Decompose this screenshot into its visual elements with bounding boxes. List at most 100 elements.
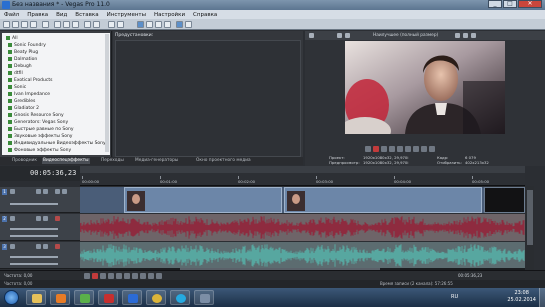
mute-icon[interactable] [36, 189, 41, 194]
snapping-icon[interactable] [176, 21, 183, 28]
copy-snapshot-icon[interactable] [463, 33, 468, 38]
undo-icon[interactable] [84, 21, 91, 28]
preview-quality-dropdown[interactable]: Наилучшее (полный размер) [373, 32, 438, 39]
timeline-ruler[interactable]: 00:00:00 00:01:00 00:02:00 00:03:00 00:0… [80, 166, 525, 186]
prev-frame-icon[interactable] [148, 273, 154, 279]
pan-slider[interactable] [10, 263, 58, 265]
tree-item[interactable]: Gredibles [8, 98, 35, 105]
audio-track-2-header[interactable]: 3 [0, 242, 80, 269]
taskbar-chrome[interactable] [146, 290, 166, 305]
level-slider[interactable] [10, 203, 58, 205]
tab-video-fx[interactable]: Видеоспецэффекты [42, 158, 90, 164]
language-indicator[interactable]: RU [451, 294, 458, 300]
selection-tool-icon[interactable] [155, 21, 162, 28]
render-icon[interactable] [42, 21, 49, 28]
stop-icon[interactable] [124, 273, 130, 279]
record-icon[interactable] [373, 146, 379, 152]
lock-envelopes-icon[interactable] [117, 21, 124, 28]
start-button[interactable] [4, 290, 19, 305]
properties-icon[interactable] [30, 21, 37, 28]
mute-icon[interactable] [36, 244, 41, 249]
video-event[interactable] [284, 187, 482, 213]
tab-transitions[interactable]: Переходы [101, 158, 124, 164]
taskbar-app-3[interactable] [74, 290, 94, 305]
arm-record-icon[interactable] [55, 216, 60, 221]
tree-item[interactable]: Gnosis Resource Sony [8, 112, 64, 119]
menu-view[interactable]: Вид [56, 12, 67, 18]
volume-slider[interactable] [10, 228, 58, 230]
next-frame-icon[interactable] [156, 273, 162, 279]
stop-icon[interactable] [397, 146, 403, 152]
tree-item[interactable]: Фоновые эффекты Sony [8, 147, 71, 154]
track-fx-icon[interactable] [55, 189, 60, 194]
tab-project-media[interactable]: Окно проектного медиа [196, 158, 251, 164]
video-event[interactable] [124, 187, 282, 213]
track-motion-icon[interactable] [62, 189, 67, 194]
go-end-icon[interactable] [413, 146, 419, 152]
video-event[interactable] [484, 187, 525, 213]
presets-list[interactable] [115, 40, 301, 157]
tab-explorer[interactable]: Проводник [12, 158, 37, 164]
menu-edit[interactable]: Правка [27, 12, 48, 18]
taskbar-app-5[interactable] [122, 290, 142, 305]
tree-item[interactable]: Ivan Impedance [8, 91, 50, 98]
taskbar-app-4[interactable] [98, 290, 118, 305]
solo-icon[interactable] [43, 216, 48, 221]
menu-help[interactable]: Справка [193, 12, 217, 18]
pause-icon[interactable] [116, 273, 122, 279]
clock[interactable]: 23:08 25.02.2014 [507, 290, 536, 304]
tree-item[interactable]: Beaty Plug [8, 49, 38, 56]
save-snapshot-icon[interactable] [471, 33, 476, 38]
copy-icon[interactable] [63, 21, 70, 28]
tree-item[interactable]: Debugh [8, 63, 32, 70]
close-button[interactable]: ✕ [518, 0, 542, 8]
pause-icon[interactable] [389, 146, 395, 152]
go-end-icon[interactable] [140, 273, 146, 279]
taskbar-media-player[interactable] [50, 290, 70, 305]
tree-item[interactable]: Sonic [8, 84, 26, 91]
explorer-scrollbar[interactable] [105, 34, 109, 152]
go-start-icon[interactable] [132, 273, 138, 279]
play-from-start-icon[interactable] [100, 273, 106, 279]
tree-item[interactable]: Индивидуальные Видеоэффекты Sony [8, 140, 106, 147]
expand-icon[interactable] [10, 244, 15, 249]
video-track-lane[interactable] [80, 187, 525, 213]
minimize-button[interactable]: _ [488, 0, 502, 8]
pan-slider[interactable] [10, 235, 58, 237]
menu-options[interactable]: Настройки [154, 12, 185, 18]
go-start-icon[interactable] [405, 146, 411, 152]
solo-icon[interactable] [43, 244, 48, 249]
solo-icon[interactable] [43, 189, 48, 194]
tree-item[interactable]: Sonic Foundry [8, 42, 46, 49]
play-icon[interactable] [108, 273, 114, 279]
taskbar-vegas[interactable] [194, 290, 214, 305]
new-project-icon[interactable] [3, 21, 10, 28]
preview-device-icon[interactable] [309, 33, 314, 38]
cut-icon[interactable] [54, 21, 61, 28]
redo-icon[interactable] [93, 21, 100, 28]
grid-icon[interactable] [455, 33, 460, 38]
menu-insert[interactable]: Вставка [75, 12, 98, 18]
tree-item[interactable]: dtfil [8, 70, 23, 77]
tree-item[interactable]: Generators: Vegas Sony [8, 119, 68, 126]
audio-track-1-lane[interactable] [80, 214, 525, 241]
record-icon[interactable] [92, 273, 98, 279]
save-icon[interactable] [21, 21, 28, 28]
arm-record-icon[interactable] [55, 244, 60, 249]
auto-ripple-icon[interactable] [108, 21, 115, 28]
mute-icon[interactable] [36, 216, 41, 221]
tab-media-generators[interactable]: Медиа-генераторы [135, 158, 178, 164]
scroll-thumb[interactable] [527, 190, 533, 245]
menu-tools[interactable]: Инструменты [107, 12, 146, 18]
taskbar-explorer[interactable] [26, 290, 46, 305]
tree-item[interactable]: Быстрые равные по Sony [8, 126, 74, 133]
normal-edit-tool-icon[interactable] [137, 21, 144, 28]
maximize-button[interactable]: □ [503, 0, 517, 8]
timeline-vertical-scrollbar[interactable] [526, 186, 534, 270]
marker-bar[interactable] [80, 166, 525, 173]
envelope-tool-icon[interactable] [146, 21, 153, 28]
overlays-icon[interactable] [345, 33, 350, 38]
volume-slider[interactable] [10, 256, 58, 258]
split-screen-icon[interactable] [337, 33, 342, 38]
tree-item[interactable]: Dalmation [8, 56, 37, 63]
